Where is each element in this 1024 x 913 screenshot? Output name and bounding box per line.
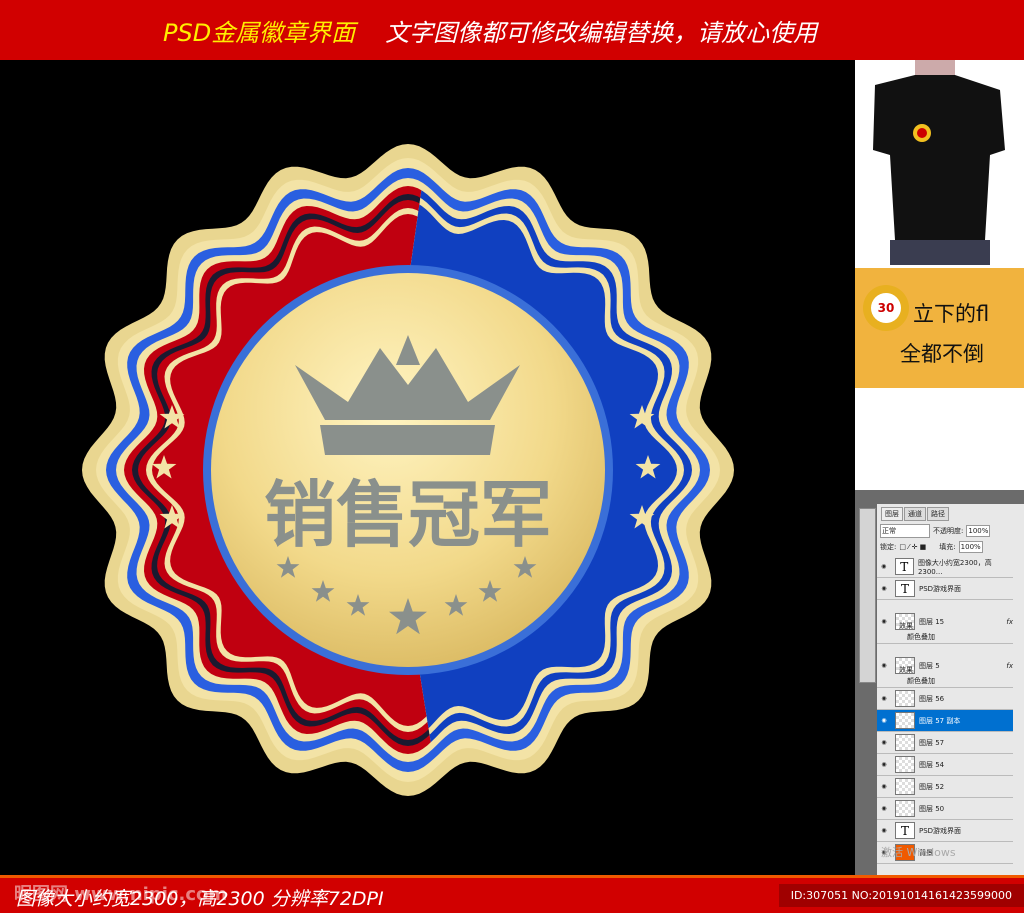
layer-thumbnail — [895, 734, 915, 751]
layer-row[interactable]: ◉ T PSD游戏界面 — [877, 820, 1013, 842]
visibility-eye-icon[interactable]: ◉ — [877, 827, 891, 834]
layer-row[interactable]: ◉ 图层 15 fx — [877, 600, 1013, 644]
visibility-eye-icon[interactable]: ◉ — [877, 618, 891, 625]
yellow-banner: 30 立下的fl 全都不倒 — [855, 268, 1024, 388]
layer-row[interactable]: ◉ 图层 54 — [877, 754, 1013, 776]
layer-thumbnail — [895, 778, 915, 795]
activation-watermark: 激活 Windows — [881, 846, 956, 859]
fx-icon[interactable]: fx — [1006, 662, 1013, 670]
layer-name: 图像大小约宽2300，高2300... — [917, 558, 992, 576]
blend-mode-select[interactable]: 正常 — [880, 524, 930, 538]
layer-effect[interactable]: 效果 — [899, 621, 913, 631]
header-subtitle: 文字图像都可修改编辑替换，请放心使用 — [385, 18, 818, 47]
layer-row[interactable]: ◉ 图层 50 — [877, 798, 1013, 820]
layer-effect[interactable]: 效果 — [899, 665, 913, 675]
visibility-eye-icon[interactable]: ◉ — [877, 695, 891, 702]
svg-text:30: 30 — [878, 301, 895, 315]
layer-row[interactable]: ◉ T 图像大小约宽2300，高2300... — [877, 556, 1013, 578]
layer-name: 图层 52 — [919, 782, 945, 791]
visibility-eye-icon[interactable]: ◉ — [877, 761, 891, 768]
visibility-eye-icon[interactable]: ◉ — [877, 563, 891, 570]
layer-name: 图层 15 — [919, 617, 945, 626]
visibility-eye-icon[interactable]: ◉ — [877, 717, 891, 724]
visibility-eye-icon[interactable]: ◉ — [877, 662, 891, 669]
layer-row[interactable]: ◉ 图层 57 — [877, 732, 1013, 754]
banner-line-2: 全都不倒 — [900, 342, 984, 366]
site-watermark: 昵图网 www.nipic.com — [14, 884, 228, 905]
layer-row[interactable]: ◉ T PSD游戏界面 — [877, 578, 1013, 600]
opacity-input[interactable]: 100% — [966, 525, 991, 537]
layer-row[interactable]: ◉ 图层 57 副本 — [877, 710, 1013, 732]
layer-name: 图层 56 — [919, 694, 945, 703]
visibility-eye-icon[interactable]: ◉ — [877, 805, 891, 812]
panel-toolstrip — [859, 508, 876, 683]
metal-badge: 销售冠军 — [82, 144, 734, 796]
layer-effect[interactable]: 颜色叠加 — [907, 676, 935, 686]
photoshop-layers-panel: 图层 通道 路径 正常 不透明度: 100% 锁定: □ ⁄ ✛ ■ 填充: 100%… — [855, 490, 1024, 875]
layer-thumbnail — [895, 756, 915, 773]
banner-line-1: 立下的fl — [913, 302, 990, 326]
layer-effect[interactable]: 颜色叠加 — [907, 632, 935, 642]
layer-name: 图层 50 — [919, 804, 945, 813]
visibility-eye-icon[interactable]: ◉ — [877, 739, 891, 746]
layer-name: PSD游戏界面 — [919, 826, 962, 835]
layer-row[interactable]: ◉ 图层 52 — [877, 776, 1013, 798]
layer-row[interactable]: ◉ 图层 5 fx — [877, 644, 1013, 688]
badge-text: 销售冠军 — [264, 473, 552, 557]
fx-icon[interactable]: fx — [1006, 618, 1013, 626]
tab-channels[interactable]: 通道 — [904, 507, 926, 521]
header-title: PSD金属徽章界面 — [163, 18, 356, 47]
layer-name: 图层 5 — [919, 661, 940, 670]
header-banner: PSD金属徽章界面 文字图像都可修改编辑替换，请放心使用 — [0, 0, 1024, 60]
lock-icons[interactable]: □ ⁄ ✛ ■ — [899, 543, 926, 551]
tab-paths[interactable]: 路径 — [927, 507, 949, 521]
lock-label: 锁定: — [880, 543, 897, 551]
visibility-eye-icon[interactable]: ◉ — [877, 585, 891, 592]
layer-thumbnail — [895, 690, 915, 707]
tab-layers[interactable]: 图层 — [881, 507, 903, 521]
fill-input[interactable]: 100% — [958, 541, 983, 553]
tshirt-photo — [855, 60, 1024, 265]
layer-row[interactable]: ◉ 图层 56 — [877, 688, 1013, 710]
fill-label: 填充: — [939, 543, 956, 551]
image-id: ID:307051 NO:20191014161423599000 — [778, 884, 1024, 907]
layer-thumbnail: T — [894, 558, 914, 575]
footer-bar: 图像大小约宽2300，高2300 分辨率72DPI 昵图网 www.nipic.… — [0, 875, 1024, 913]
preview-column: 30 立下的fl 全都不倒 图层 通道 路径 正常 不透明度: 100% 锁定: □ … — [855, 60, 1024, 875]
layer-thumbnail — [895, 712, 915, 729]
layer-name: 图层 57 — [919, 738, 945, 747]
visibility-eye-icon[interactable]: ◉ — [877, 783, 891, 790]
layers-panel: 图层 通道 路径 正常 不透明度: 100% 锁定: □ ⁄ ✛ ■ 填充: 100%… — [877, 504, 1024, 875]
layer-name: 图层 54 — [919, 760, 945, 769]
tshirt-model-image — [873, 60, 1005, 265]
layer-name: PSD游戏界面 — [919, 584, 962, 593]
layer-thumbnail: T — [895, 822, 915, 839]
opacity-label: 不透明度: — [933, 527, 964, 535]
layer-thumbnail — [895, 800, 915, 817]
layer-name: 图层 57 副本 — [919, 716, 961, 725]
mini-badge-icon: 30 — [863, 285, 909, 331]
layer-thumbnail: T — [895, 580, 915, 597]
